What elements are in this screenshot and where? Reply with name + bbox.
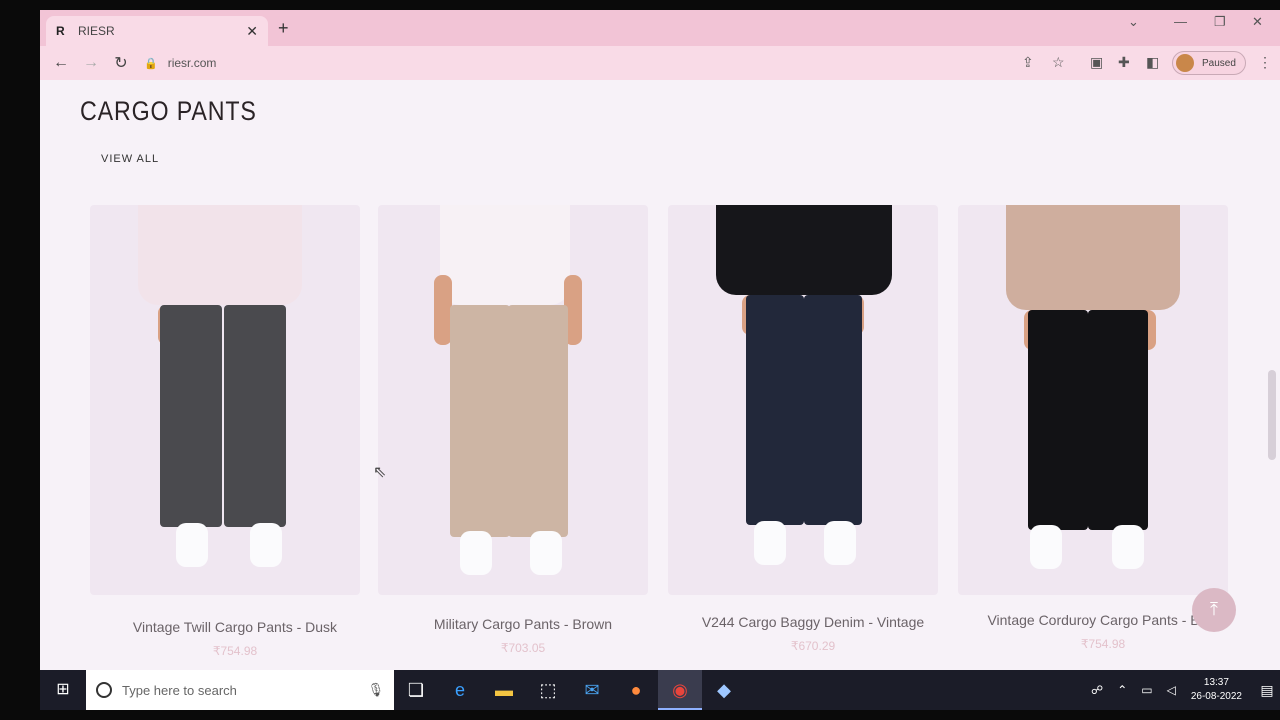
product-card[interactable]: V244 Cargo Baggy Denim - Vintage ₹670.29 — [668, 205, 938, 665]
product-image[interactable] — [958, 205, 1228, 595]
view-all-link[interactable]: VIEW ALL — [101, 153, 159, 165]
system-tray: ☍ ⌃ ▭ ◁ 13:37 26-08-2022 ▤ — [1084, 670, 1280, 710]
tab-title: RIESR — [78, 24, 115, 38]
product-price: ₹703.05 — [500, 641, 546, 655]
product-card[interactable]: Military Cargo Pants - Brown ₹703.05 — [378, 205, 648, 665]
task-view-icon[interactable]: ❏ — [394, 670, 438, 710]
profile-status: Paused — [1202, 57, 1236, 69]
close-tab-icon[interactable]: ✕ — [246, 23, 258, 40]
page-scrollbar[interactable] — [1268, 370, 1276, 460]
product-card[interactable]: Vintage Corduroy Cargo Pants - Bla ₹754.… — [958, 205, 1228, 665]
side-panel-icon[interactable]: ◧ — [1146, 54, 1159, 71]
address-bar[interactable]: 🔒 riesr.com — [144, 49, 1004, 77]
microphone-icon[interactable]: 🎙 — [367, 682, 384, 698]
tab-strip: R RIESR ✕ + ⌄ — ❐ ✕ — [40, 10, 1280, 46]
forward-icon[interactable]: → — [76, 54, 106, 72]
reload-icon[interactable]: ↻ — [106, 53, 136, 73]
edge-icon[interactable]: e — [438, 670, 482, 710]
product-name[interactable]: Military Cargo Pants - Brown — [378, 616, 668, 632]
section-heading: CARGO PANTS — [80, 96, 257, 126]
people-icon[interactable]: ☍ — [1091, 683, 1103, 697]
page-content: CARGO PANTS VIEW ALL Vintage Twill Cargo… — [40, 80, 1280, 670]
extensions-puzzle-icon[interactable]: ✚ — [1118, 54, 1130, 71]
chrome-icon[interactable]: ◉ — [658, 670, 702, 710]
browser-tab[interactable]: R RIESR ✕ — [46, 16, 268, 46]
taskbar-search-placeholder: Type here to search — [122, 682, 237, 698]
bookmark-star-icon[interactable]: ☆ — [1052, 54, 1065, 71]
product-image[interactable] — [668, 205, 938, 595]
back-icon[interactable]: ← — [46, 54, 76, 72]
menu-kebab-icon[interactable]: ⋮ — [1258, 54, 1272, 71]
extension-off-icon[interactable]: ▣ — [1090, 54, 1103, 71]
product-image[interactable] — [378, 205, 648, 595]
mouse-cursor-icon: ⇖ — [373, 464, 387, 481]
avatar — [1176, 54, 1194, 72]
chevron-up-icon[interactable]: ⌃ — [1117, 683, 1127, 697]
clock-time: 13:37 — [1203, 677, 1229, 688]
product-name[interactable]: Vintage Twill Cargo Pants - Dusk — [90, 619, 380, 635]
store-icon[interactable]: ⬚ — [526, 670, 570, 710]
tab-search-icon[interactable]: ⌄ — [1128, 14, 1139, 30]
share-icon[interactable]: ⇪ — [1022, 54, 1034, 71]
firefox-icon[interactable]: ● — [614, 670, 658, 710]
product-price: ₹670.29 — [790, 639, 836, 653]
browser-toolbar: ← → ↻ 🔒 riesr.com ⇪ ☆ ▣ ✚ ◧ Paused ⋮ — [40, 46, 1280, 80]
volume-icon[interactable]: ◁ — [1167, 683, 1176, 697]
url-text: riesr.com — [167, 56, 217, 70]
product-image[interactable] — [90, 205, 360, 595]
mail-icon[interactable]: ✉ — [570, 670, 614, 710]
scroll-to-top-button[interactable]: ⤒ — [1192, 588, 1236, 632]
product-price: ₹754.98 — [1080, 637, 1126, 651]
lock-icon: 🔒 — [144, 57, 158, 70]
file-explorer-icon[interactable]: ▬ — [482, 670, 526, 710]
network-icon[interactable]: ▭ — [1141, 683, 1152, 697]
close-window-icon[interactable]: ✕ — [1252, 14, 1263, 30]
new-tab-button[interactable]: + — [278, 18, 289, 39]
screen: R RIESR ✕ + ⌄ — ❐ ✕ ← → ↻ 🔒 riesr.com ⇪ … — [40, 10, 1280, 710]
site-favicon-icon: R — [56, 24, 65, 38]
restore-icon[interactable]: ❐ — [1214, 14, 1226, 30]
windows-taskbar: ⊞ Type here to search 🎙 ❏ e ▬ ⬚ ✉ ● ◉ ◆ … — [40, 670, 1280, 710]
notification-icon[interactable]: ▤ — [1254, 682, 1280, 699]
windows-start-icon[interactable]: ⊞ — [40, 670, 86, 710]
clock-date: 26-08-2022 — [1190, 691, 1242, 702]
profile-button[interactable]: Paused — [1172, 51, 1246, 75]
product-name[interactable]: V244 Cargo Baggy Denim - Vintage — [668, 614, 958, 630]
app-icon[interactable]: ◆ — [702, 670, 746, 710]
search-circle-icon — [96, 682, 112, 698]
product-price: ₹754.98 — [212, 644, 258, 658]
product-card[interactable]: Vintage Twill Cargo Pants - Dusk ₹754.98 — [90, 205, 360, 665]
minimize-icon[interactable]: — — [1174, 14, 1187, 29]
clock[interactable]: 13:37 26-08-2022 — [1191, 676, 1242, 704]
taskbar-search[interactable]: Type here to search 🎙 — [86, 670, 394, 710]
